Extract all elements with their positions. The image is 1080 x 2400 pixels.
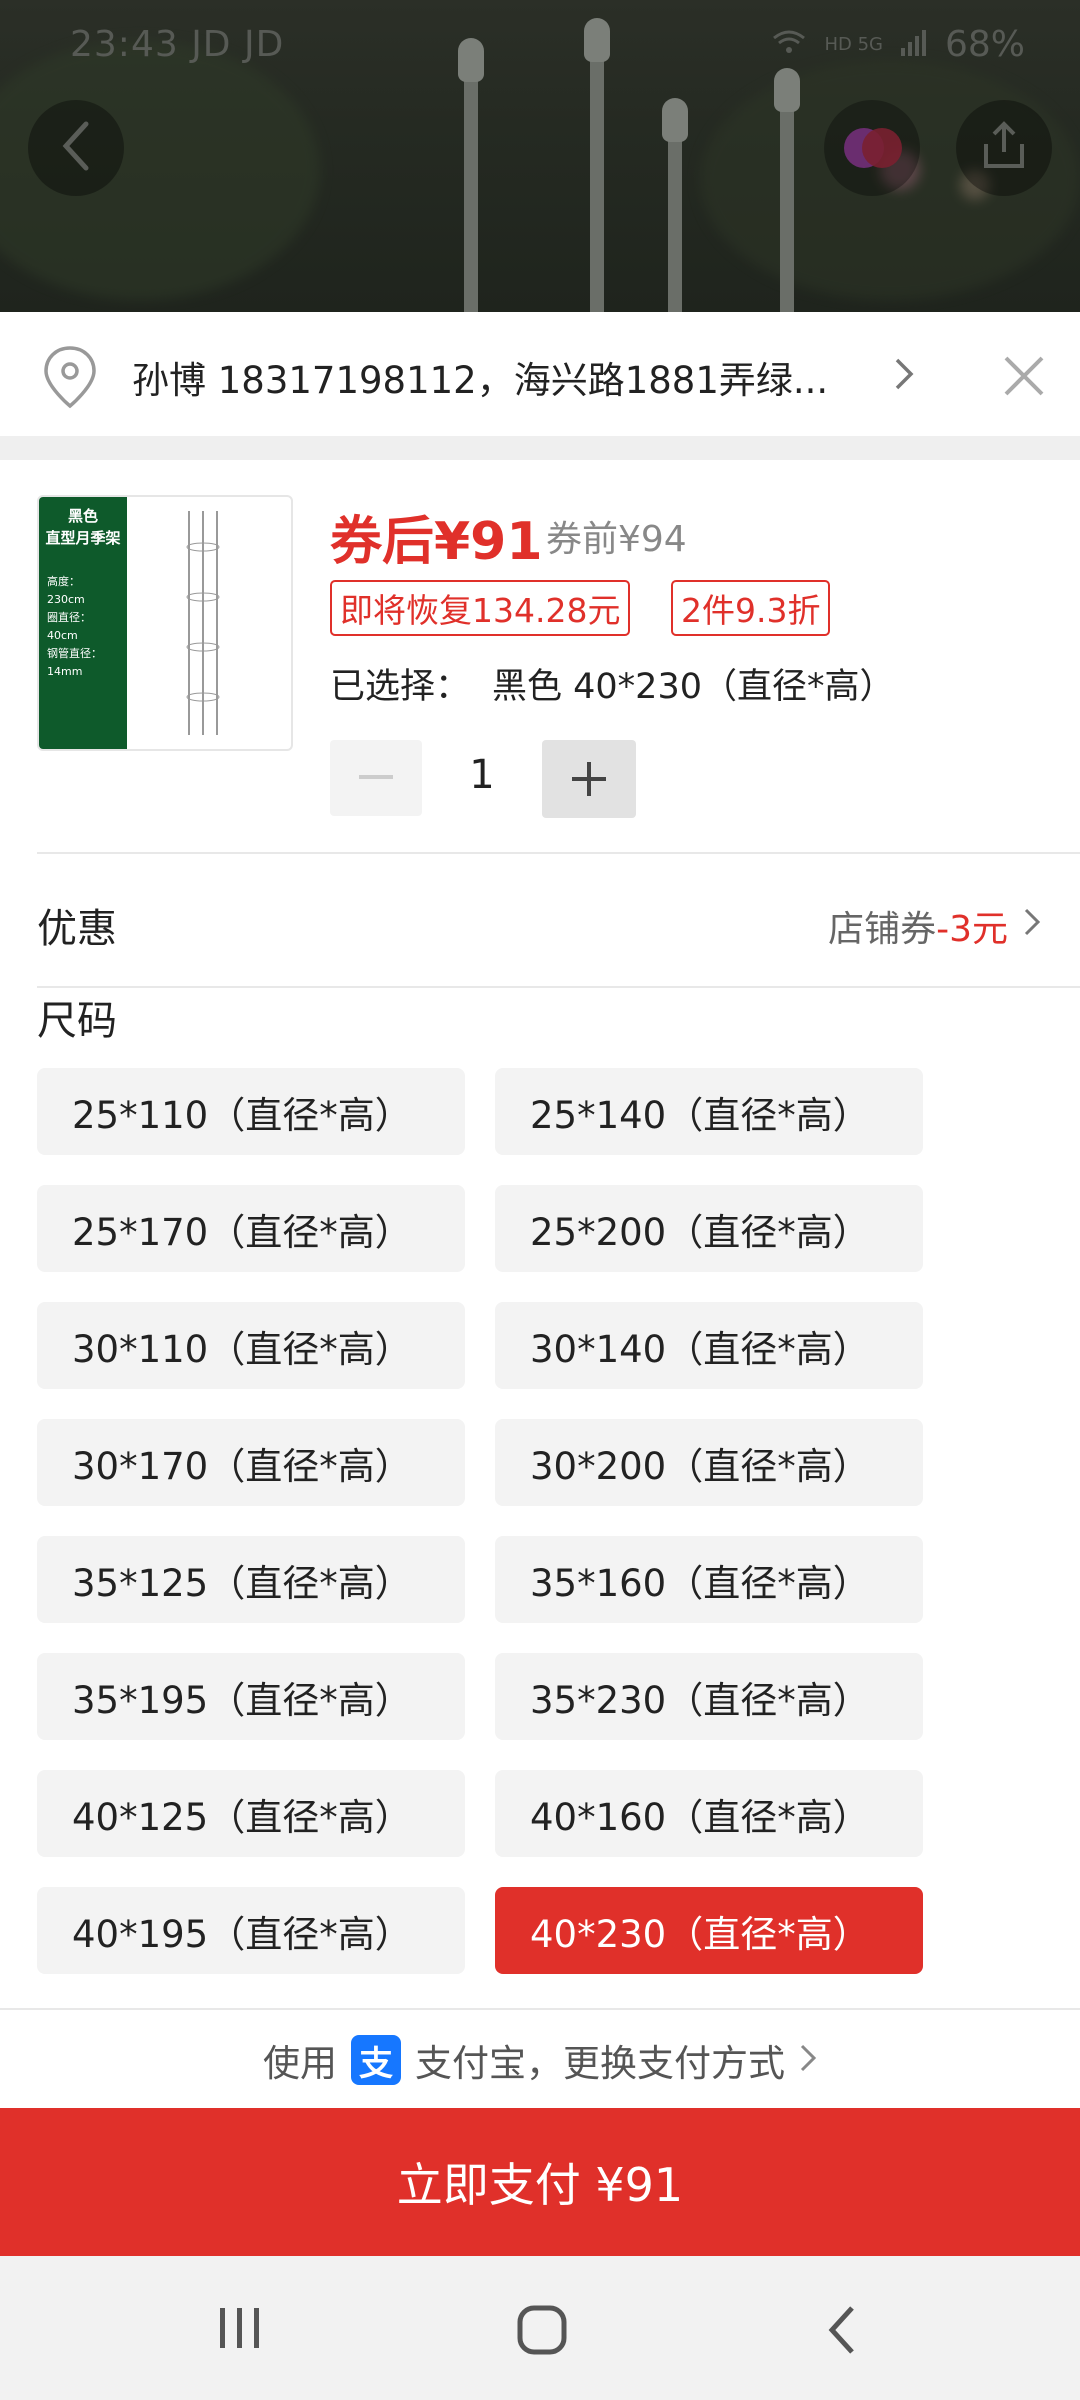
size-option[interactable]: 35*230（直径*高）	[495, 1653, 923, 1740]
size-option[interactable]: 35*195（直径*高）	[37, 1653, 465, 1740]
thumbnail-specs: 高度： 230cm 圈直径： 40cm 钢管直径： 14mm	[47, 575, 102, 678]
size-option[interactable]: 35*125（直径*高）	[37, 1536, 465, 1623]
restore-price-tag: 即将恢复134.28元	[330, 580, 631, 636]
size-section-label: 尺码	[37, 998, 117, 1044]
multi-buy-discount-tag: 2件9.3折	[671, 580, 831, 636]
selected-label: 已选择：	[330, 667, 471, 707]
size-option[interactable]: 40*195（直径*高）	[37, 1887, 465, 1974]
chevron-right-icon	[1022, 906, 1042, 947]
address-text: 孙博 18317198112，海兴路1881弄绿...	[132, 359, 829, 402]
quantity-value[interactable]: 1	[430, 752, 534, 798]
battery-percent: 68%	[944, 24, 1025, 65]
network-label: HD 5G	[824, 34, 883, 55]
size-option[interactable]: 40*160（直径*高）	[495, 1770, 923, 1857]
payment-prefix: 使用	[263, 2042, 337, 2085]
size-option[interactable]: 30*170（直径*高）	[37, 1419, 465, 1506]
size-option[interactable]: 25*110（直径*高）	[37, 1068, 465, 1155]
share-icon	[978, 120, 1030, 176]
thumbnail-label-panel: 黑色 直型月季架 高度： 230cm 圈直径： 40cm 钢管直径： 14mm	[39, 497, 127, 749]
signal-icon	[900, 24, 927, 65]
payment-method-text: 支付宝，更换支付方式	[415, 2042, 785, 2085]
plus-icon	[572, 762, 606, 796]
home-icon[interactable]	[516, 2304, 568, 2360]
pay-now-button[interactable]: 立即支付 ¥91	[0, 2108, 1080, 2256]
alipay-icon: 支	[351, 2035, 401, 2085]
size-option[interactable]: 40*125（直径*高）	[37, 1770, 465, 1857]
chevron-right-icon	[799, 2039, 817, 2082]
share-button[interactable]	[956, 100, 1052, 196]
location-pin-icon	[40, 344, 100, 414]
brand-avatar[interactable]	[824, 100, 920, 196]
wifi-icon	[772, 24, 806, 65]
minus-icon	[359, 775, 393, 779]
size-option[interactable]: 25*170（直径*高）	[37, 1185, 465, 1272]
price-before-coupon: 券前¥94	[546, 519, 687, 560]
chevron-right-icon	[892, 356, 916, 396]
chevron-left-icon	[56, 118, 96, 178]
purchase-sheet: 孙博 18317198112，海兴路1881弄绿... 黑色 直型月季架 高度：…	[0, 312, 1080, 2110]
thumbnail-title: 黑色 直型月季架	[45, 507, 121, 547]
divider	[37, 852, 1080, 854]
rack-illustration	[186, 511, 220, 735]
close-icon[interactable]	[1000, 352, 1048, 404]
quantity-plus-button[interactable]	[542, 740, 636, 818]
back-button[interactable]	[28, 100, 124, 196]
selected-value: 黑色 40*230（直径*高）	[492, 667, 895, 707]
size-option[interactable]: 30*200（直径*高）	[495, 1419, 923, 1506]
section-separator	[0, 436, 1080, 460]
quantity-minus-button[interactable]	[330, 740, 422, 816]
promo-prefix: 店铺券	[828, 909, 937, 950]
selected-spec: 已选择： 黑色 40*230（直径*高）	[330, 658, 894, 709]
size-option[interactable]: 30*140（直径*高）	[495, 1302, 923, 1389]
size-option[interactable]: 30*110（直径*高）	[37, 1302, 465, 1389]
size-option[interactable]: 35*160（直径*高）	[495, 1536, 923, 1623]
system-nav-bar	[0, 2256, 1080, 2400]
product-thumbnail[interactable]: 黑色 直型月季架 高度： 230cm 圈直径： 40cm 钢管直径： 14mm	[37, 495, 293, 751]
promo-amount: -3元	[936, 909, 1008, 950]
status-time: 23:43 JD JD	[70, 24, 285, 65]
avatar-circle-right	[862, 128, 902, 168]
back-nav-icon[interactable]	[826, 2304, 858, 2360]
size-option[interactable]: 25*140（直径*高）	[495, 1068, 923, 1155]
price-after-coupon: 券后¥91	[330, 512, 543, 572]
promo-label: 优惠	[37, 906, 117, 952]
payment-method-row[interactable]: 使用 支 支付宝，更换支付方式	[0, 2010, 1080, 2110]
size-option-selected[interactable]: 40*230（直径*高）	[495, 1887, 923, 1974]
promo-coupon-link[interactable]: 店铺券-3元	[828, 900, 1042, 952]
divider	[37, 986, 1080, 988]
status-icons: HD 5G 68%	[772, 24, 1025, 65]
address-row[interactable]: 孙博 18317198112，海兴路1881弄绿...	[0, 312, 1080, 436]
size-option[interactable]: 25*200（直径*高）	[495, 1185, 923, 1272]
recent-apps-icon[interactable]	[216, 2304, 264, 2356]
